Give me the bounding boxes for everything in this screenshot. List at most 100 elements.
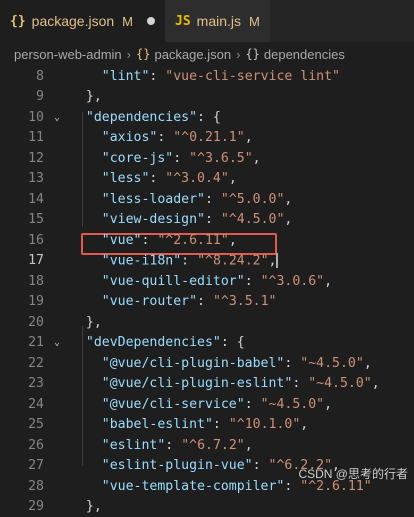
line-number: 9 <box>0 89 44 104</box>
punctuation: , <box>364 356 372 371</box>
punctuation <box>70 110 86 125</box>
punctuation <box>70 294 102 309</box>
code-line[interactable]: 29 }, <box>0 497 414 517</box>
code-line[interactable]: 14 "less-loader": "^5.0.0", <box>0 189 414 210</box>
punctuation <box>70 335 86 350</box>
punctuation: : <box>173 151 189 166</box>
code-line[interactable]: 22 "@vue/cli-plugin-babel": "~4.5.0", <box>0 353 414 374</box>
punctuation <box>70 254 102 269</box>
json-string: "^3.0.6" <box>261 274 325 289</box>
line-number: 24 <box>0 397 44 412</box>
punctuation <box>70 356 102 371</box>
code-line[interactable]: 9 }, <box>0 87 414 108</box>
line-number: 18 <box>0 274 44 289</box>
punctuation <box>70 376 102 391</box>
unsaved-dot-icon[interactable] <box>147 17 155 25</box>
code-line[interactable]: 25 "babel-eslint": "^10.1.0", <box>0 415 414 436</box>
breadcrumb-file[interactable]: package.json <box>154 47 231 62</box>
code-line[interactable]: 18 "vue-quill-editor": "^3.0.6", <box>0 271 414 292</box>
json-key: "vue-i18n" <box>102 254 181 269</box>
code-text: "devDependencies": { <box>70 335 245 350</box>
punctuation: , <box>324 274 332 289</box>
json-key: "core-js" <box>102 151 173 166</box>
code-line[interactable]: 16 "vue": "^2.6.11", <box>0 230 414 251</box>
breadcrumb: person-web-admin › {} package.json › {} … <box>0 42 414 66</box>
punctuation: : <box>245 397 261 412</box>
line-number: 16 <box>0 233 44 248</box>
code-line[interactable]: 11 "axios": "^0.21.1", <box>0 128 414 149</box>
code-line[interactable]: 10⌄ "dependencies": { <box>0 107 414 128</box>
code-text: "axios": "^0.21.1", <box>70 130 253 145</box>
fold-chevron-icon[interactable]: ⌄ <box>50 337 64 348</box>
code-line[interactable]: 13 "less": "^3.0.4", <box>0 169 414 190</box>
punctuation <box>70 479 102 494</box>
json-key: "babel-eslint" <box>102 417 213 432</box>
json-key: "@vue/cli-plugin-babel" <box>102 356 285 371</box>
code-line[interactable]: 20 }, <box>0 312 414 333</box>
breadcrumb-symbol[interactable]: dependencies <box>264 47 345 62</box>
json-key: "dependencies" <box>86 110 197 125</box>
code-text: "vue": "^2.6.11", <box>70 233 237 248</box>
line-number: 26 <box>0 438 44 453</box>
punctuation: , <box>229 233 237 248</box>
line-number: 15 <box>0 212 44 227</box>
json-string: "^10.1.0" <box>229 417 300 432</box>
js-file-icon: JS <box>175 14 191 29</box>
code-text: "vue-quill-editor": "^3.0.6", <box>70 274 332 289</box>
punctuation: : <box>141 233 157 248</box>
punctuation: }, <box>70 89 102 104</box>
line-number: 17 <box>0 253 44 268</box>
code-text: "eslint": "^6.7.2", <box>70 438 253 453</box>
punctuation: , <box>229 171 237 186</box>
modified-badge: M <box>249 14 260 29</box>
code-line[interactable]: 21 ⌄ "devDependencies": { <box>0 333 414 354</box>
code-editor[interactable]: 8 "lint": "vue-cli-service lint"9 },10⌄ … <box>0 66 414 490</box>
fold-chevron-icon[interactable]: ⌄ <box>50 112 64 123</box>
json-file-icon: {} <box>136 47 150 61</box>
line-number: 25 <box>0 417 44 432</box>
line-number: 14 <box>0 192 44 207</box>
line-number: 27 <box>0 458 44 473</box>
modified-badge: M <box>122 14 133 29</box>
code-line[interactable]: 15 "view-design": "^4.5.0", <box>0 210 414 231</box>
json-string: "^5.0.0" <box>221 192 285 207</box>
code-text: "core-js": "^3.6.5", <box>70 151 261 166</box>
punctuation: : <box>292 376 308 391</box>
line-number: 28 <box>0 479 44 494</box>
punctuation: : <box>149 69 165 84</box>
punctuation: : <box>205 212 221 227</box>
punctuation <box>70 233 102 248</box>
tab-main-js[interactable]: JS main.js M <box>165 0 270 42</box>
code-text: "babel-eslint": "^10.1.0", <box>70 417 308 432</box>
punctuation <box>70 130 102 145</box>
code-line[interactable]: 8 "lint": "vue-cli-service lint" <box>0 66 414 87</box>
json-key: "vue-router" <box>102 294 197 309</box>
punctuation <box>70 192 102 207</box>
punctuation: : <box>197 294 213 309</box>
punctuation <box>70 151 102 166</box>
json-key: "lint" <box>102 69 150 84</box>
code-line[interactable]: 12 "core-js": "^3.6.5", <box>0 148 414 169</box>
code-line[interactable]: 26 "eslint": "^6.7.2", <box>0 435 414 456</box>
line-number: 22 <box>0 356 44 371</box>
punctuation: , <box>245 130 253 145</box>
object-symbol-icon: {} <box>245 47 259 61</box>
code-line[interactable]: 23 "@vue/cli-plugin-eslint": "~4.5.0", <box>0 374 414 395</box>
breadcrumb-folder[interactable]: person-web-admin <box>14 47 122 62</box>
line-number: 21 <box>0 335 44 350</box>
line-number: 11 <box>0 130 44 145</box>
punctuation: , <box>269 254 277 269</box>
json-string: "^6.7.2" <box>181 438 245 453</box>
punctuation: , <box>372 376 380 391</box>
code-line[interactable]: 24 "@vue/cli-service": "~4.5.0", <box>0 394 414 415</box>
json-key: "less" <box>102 171 150 186</box>
tab-package-json[interactable]: {} package.json M <box>0 0 165 42</box>
punctuation: : <box>284 356 300 371</box>
json-key: "eslint" <box>102 438 166 453</box>
punctuation: : <box>181 254 197 269</box>
code-line[interactable]: 19 "vue-router": "^3.5.1" <box>0 292 414 313</box>
code-text: "vue-router": "^3.5.1" <box>70 294 276 309</box>
json-key: "@vue/cli-service" <box>102 397 245 412</box>
code-line[interactable]: 17 "vue-i18n": "^8.24.2", <box>0 251 414 272</box>
punctuation <box>70 274 102 289</box>
